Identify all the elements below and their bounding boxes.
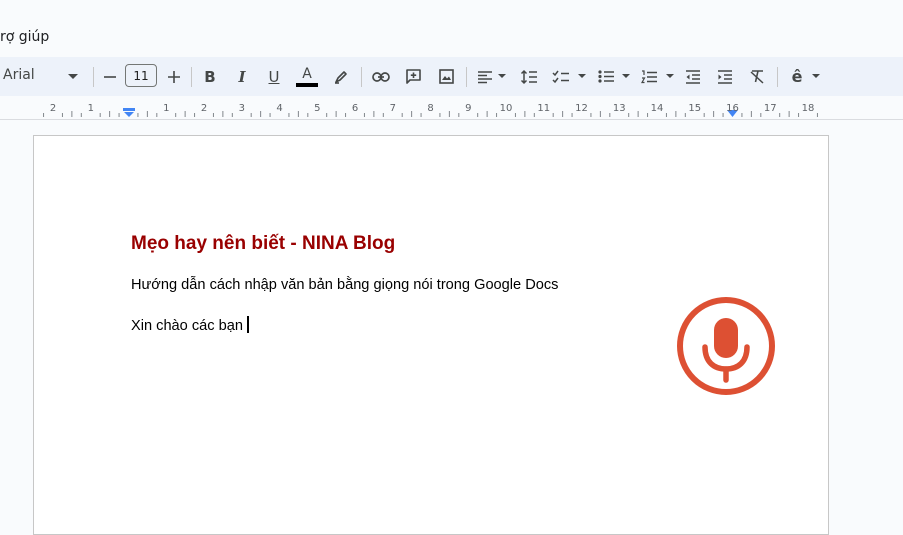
align-dropdown-arrow-icon[interactable] [496,57,508,96]
italic-button[interactable]: I [234,57,250,96]
horizontal-ruler[interactable]: 2 1 1 2 3 4 5 6 7 8 9 10 11 12 13 14 15 16 17 18 [0,96,903,120]
voice-typing-microphone-icon[interactable] [676,296,776,396]
ruler-label: 15 [688,103,702,114]
add-comment-icon[interactable] [402,57,424,96]
ruler-label: 16 [726,103,739,114]
ruler-label: 18 [801,103,815,114]
checklist-icon[interactable] [550,57,572,96]
clear-formatting-icon[interactable] [746,57,768,96]
ruler-label: 5 [314,103,321,114]
align-left-icon[interactable] [474,57,496,96]
ruler-label: 17 [763,103,777,114]
typed-text: Xin chào các bạn [131,318,243,334]
highlight-color-icon[interactable] [331,57,351,96]
insert-image-icon[interactable] [436,57,456,96]
ruler-label: 2 [200,103,208,114]
ruler-label: 14 [650,103,664,114]
toolbar-divider [361,67,362,87]
numbered-list-dropdown-arrow-icon[interactable] [664,57,676,96]
ruler-label: 13 [612,103,626,114]
text-color-glyph: A [302,65,312,82]
menu-bar: rợ giúp [0,0,903,56]
font-family-select[interactable]: Arial [3,67,35,83]
underline-button[interactable]: U [266,57,282,96]
ruler-label: 8 [427,103,434,114]
document-typed-line[interactable]: Xin chào các bạn [131,316,249,334]
ruler-label: 7 [389,103,396,114]
ruler-label: 12 [575,103,588,114]
ruler-label: 9 [465,103,472,114]
font-dropdown-arrow-icon[interactable] [66,57,80,96]
toolbar-divider [466,67,467,87]
text-color-button[interactable]: A [295,57,319,96]
insert-link-icon[interactable] [370,57,392,96]
input-tools-button[interactable]: ê [788,57,806,96]
bulleted-list-icon[interactable] [595,57,617,96]
left-indent-marker-icon[interactable] [122,107,136,117]
ruler-label: 10 [499,103,513,114]
increase-font-size-icon[interactable] [165,57,183,96]
ruler-label: 4 [276,103,283,114]
toolbar-divider [777,67,778,87]
text-cursor [246,316,249,333]
document-heading[interactable]: Mẹo hay nên biết - NINA Blog [131,233,395,255]
ruler-label: 6 [351,103,359,114]
ruler-label: 1 [163,103,170,114]
menu-help[interactable]: rợ giúp [0,29,49,45]
font-size-input[interactable]: 11 [125,64,157,87]
ruler-label: 2 [49,103,57,114]
ruler-label: 1 [87,103,94,114]
increase-indent-icon[interactable] [714,57,736,96]
checklist-dropdown-arrow-icon[interactable] [576,57,588,96]
decrease-font-size-icon[interactable] [101,57,119,96]
numbered-list-icon[interactable] [638,57,660,96]
input-tools-dropdown-arrow-icon[interactable] [810,57,822,96]
toolbar-divider [93,67,94,87]
ruler-label: 11 [537,103,551,114]
line-spacing-icon[interactable] [518,57,540,96]
toolbar-divider [191,67,192,87]
bold-button[interactable]: B [202,57,218,96]
bulleted-list-dropdown-arrow-icon[interactable] [620,57,632,96]
text-color-swatch [296,82,318,87]
document-paragraph[interactable]: Hướng dẫn cách nhập văn bản bằng giọng n… [131,277,558,293]
decrease-indent-icon[interactable] [682,57,704,96]
ruler-label: 3 [238,103,245,114]
